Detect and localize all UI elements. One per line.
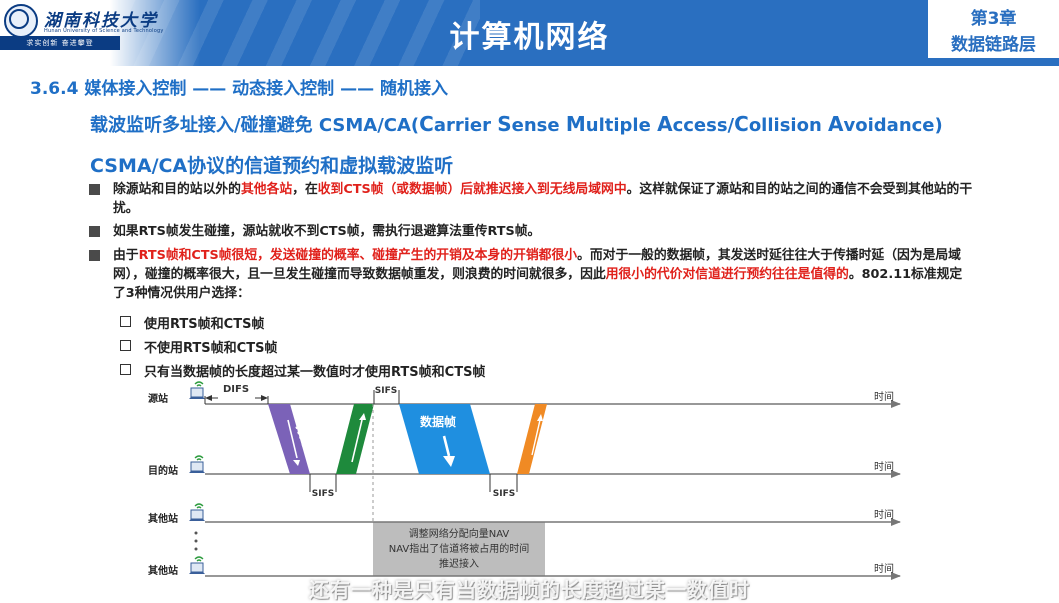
highlight-text: 其他各站 [240,182,293,197]
difs-label: DIFS [223,384,249,395]
nav-text: 推迟接入 [439,557,479,570]
sifs-label: SIFS [493,489,515,499]
topic-title: CSMA/CA协议的信道预约和虚拟载波监听 [90,155,454,177]
subtitle-cap: S [497,112,512,136]
subtitle-rest: voidance [843,115,935,136]
laptop-icon [189,381,205,399]
subtitle-cap: A [657,112,673,136]
course-title: 计算机网络 [449,20,610,55]
text: 由于 [113,248,139,263]
bullet-paragraph-3: 由于RTS帧和CTS帧很短，发送碰撞的概率、碰撞产生的开销及本身的开销都很小。而… [113,246,973,303]
option-2: 不使用RTS帧和CTS帧 [144,341,278,356]
text: ，在 [292,182,318,197]
sifs-label: SIFS [375,386,397,396]
highlight-text: 用很小的代价对信道进行预约往往是值得的 [605,267,849,282]
subtitle-rest: ultiple [585,115,658,136]
sifs-label: SIFS [312,489,334,499]
nav-text: 调整网络分配向量NAV [409,527,510,540]
checkbox-icon [120,316,131,327]
bullet-paragraph-2: 如果RTS帧发生碰撞，源站就收不到CTS帧，需执行退避算法重传RTS帧。 [113,222,973,241]
data-frame-label: 数据帧 [420,414,456,429]
option-1: 使用RTS帧和CTS帧 [144,317,265,332]
chapter-name: 数据链路层 [951,35,1036,55]
subtitle-rest: ense [511,115,566,136]
laptop-icon [189,455,205,473]
ellipsis-dot [194,531,198,535]
ellipsis-dot [194,539,198,543]
checkbox-icon [120,340,131,351]
subtitle-cap: C [734,112,749,136]
video-caption: 还有一种是只有当数据帧的长度超过某一数值时 [309,578,750,602]
text: 如果RTS帧发生碰撞，源站就收不到CTS帧，需执行退避算法重传RTS帧。 [113,224,541,239]
subtitle-prefix: 载波监听多址接入/碰撞避免 CSMA/CA( [90,115,420,136]
time-label: 时间 [874,390,894,403]
subtitle-suffix: ) [934,115,943,136]
time-label: 时间 [874,460,894,473]
station-label: 源站 [148,392,168,405]
checkbox-icon [120,364,131,375]
bullet-square-icon [89,250,100,261]
subtitle-cap: M [565,112,586,136]
subtitle-cap: C [419,112,434,136]
station-label: 其他站 [148,512,178,525]
time-label: 时间 [874,508,894,521]
highlight-text: RTS帧和CTS帧很短，发送碰撞的概率、碰撞产生的开销及本身的开销都很小 [138,248,578,263]
laptop-icon [189,503,205,521]
subtitle-rest: ccess/ [672,115,735,136]
csma-ca-timing-diagram: 时间 时间 时间 时间 源站 目的站 其他站 其他站 DIFS RTS SIFS… [148,381,901,580]
subtitle: 载波监听多址接入/碰撞避免 CSMA/CA(Carrier Sense Mult… [90,111,943,137]
subtitle-rest: ollision [748,115,829,136]
ellipsis-dot [194,547,198,551]
subtitle-rest: arrier [433,115,498,136]
bullet-paragraph-1: 除源站和目的站以外的其他各站，在收到CTS帧（或数据帧）后就推迟接入到无线局域网… [113,180,973,218]
bullet-square-icon [89,226,100,237]
highlight-text: 收到CTS帧（或数据帧）后就推迟接入到无线局域网中 [317,182,627,197]
subtitle-cap: A [828,112,844,136]
bullet-square-icon [89,184,100,195]
nav-text: NAV指出了信道将被占用的时间 [389,542,530,555]
station-label: 目的站 [148,464,178,477]
laptop-icon [189,556,205,574]
text: 除源站和目的站以外的 [113,182,241,197]
chapter-number: 第3章 [970,9,1017,29]
section-title: 3.6.4 媒体接入控制 —— 动态接入控制 —— 随机接入 [30,79,448,99]
option-3: 只有当数据帧的长度超过某一数值时才使用RTS帧和CTS帧 [144,365,486,380]
